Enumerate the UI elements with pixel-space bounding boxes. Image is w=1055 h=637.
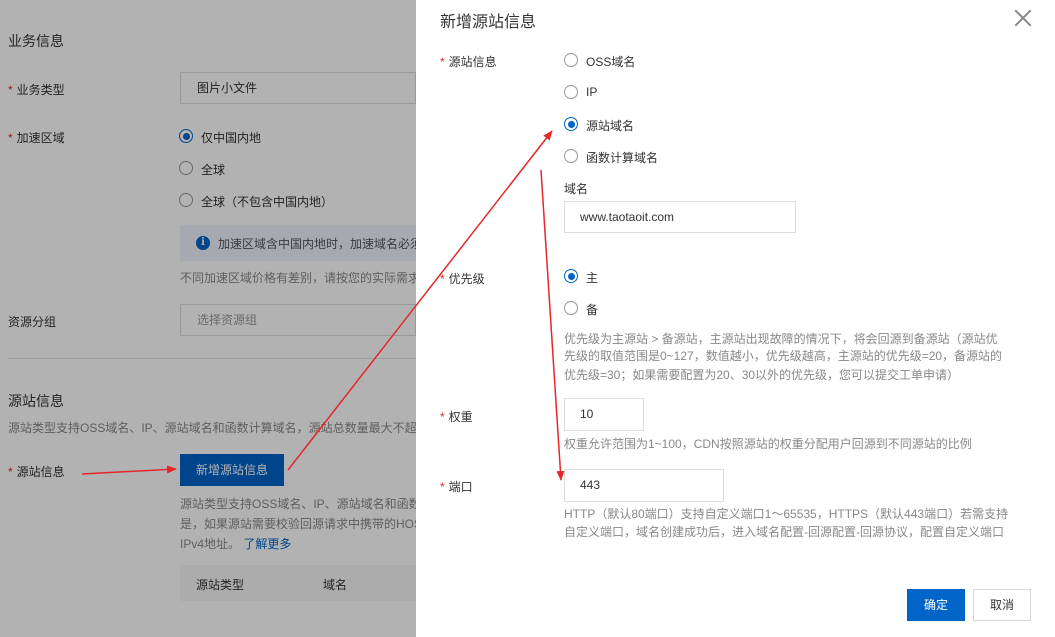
priority-hint-line-2: 先级的取值范围是0~127，数值越小，优先级越高，主源站的优先级=20，备源站的 — [564, 349, 1003, 363]
origin-type-option-ip: IP — [586, 85, 598, 99]
weight-input[interactable]: 10 — [564, 398, 644, 431]
origin-type-radio-ip[interactable] — [564, 85, 578, 99]
priority-label: * 优先级 — [440, 272, 485, 286]
priority-radio-primary[interactable] — [564, 269, 578, 283]
priority-hint-line-3: 优先级=30；如果需要配置为20、30以外的优先级，您可以提交工单申请） — [564, 368, 960, 382]
port-hint-line-1: HTTP（默认80端口）支持自定义端口1～65535，HTTPS（默认443端口… — [564, 507, 1009, 521]
origin-type-option-domain: 源站域名 — [586, 119, 635, 133]
domain-label: 域名 — [564, 182, 589, 196]
origin-type-option-oss: OSS域名 — [586, 55, 636, 69]
port-input[interactable]: 443 — [564, 469, 724, 502]
confirm-button[interactable]: 确定 — [907, 589, 965, 621]
modal-overlay[interactable] — [0, 0, 416, 637]
dialog-title: 新增源站信息 — [440, 14, 537, 31]
origin-type-radio-oss[interactable] — [564, 53, 578, 67]
close-icon[interactable] — [1014, 9, 1032, 27]
background-page: 业务信息 * 业务类型 图片小文件 * 加速区域 仅中国内地 全球 全球（不包含中国… — [0, 0, 416, 637]
weight-hint: 权重允许范围为1~100，CDN按照源站的权重分配用户回源到不同源站的比例 — [564, 437, 972, 451]
origin-info-label: * 源站信息 — [440, 55, 497, 69]
weight-label: * 权重 — [440, 410, 473, 424]
priority-option-backup: 备 — [586, 303, 599, 317]
cancel-button[interactable]: 取消 — [973, 589, 1031, 621]
origin-type-radio-domain[interactable] — [564, 117, 578, 131]
origin-type-radio-fc[interactable] — [564, 149, 578, 163]
domain-input[interactable]: www.taotaoit.com — [564, 201, 796, 233]
priority-radio-backup[interactable] — [564, 301, 578, 315]
priority-option-primary: 主 — [586, 271, 599, 285]
port-label: * 端口 — [440, 480, 473, 494]
port-hint-line-2: 自定义端口，域名创建成功后，进入域名配置-回源配置-回源协议，配置自定义端口 — [564, 525, 1004, 539]
origin-type-option-fc: 函数计算域名 — [586, 151, 659, 165]
add-origin-dialog: 新增源站信息 * 源站信息 OSS域名 IP 源站域名 函数计算域名 域名 www… — [416, 0, 1055, 637]
